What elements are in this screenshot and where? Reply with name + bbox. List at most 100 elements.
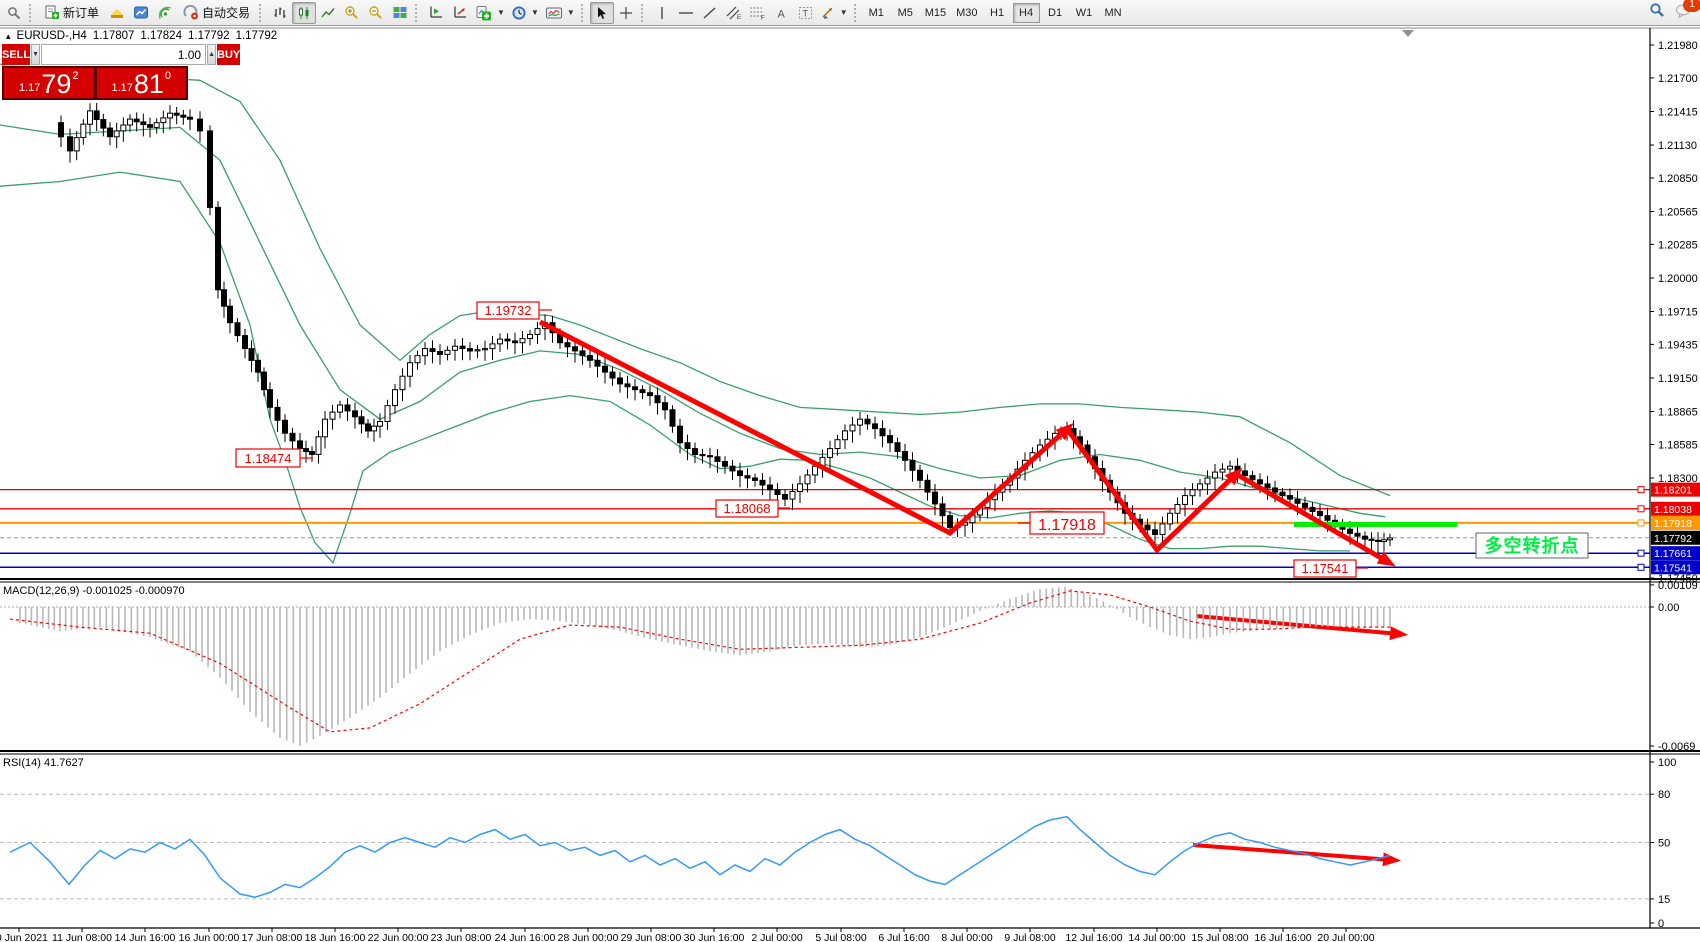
candle xyxy=(1382,540,1387,542)
rsi-axis-label: 100 xyxy=(1658,757,1676,769)
tile-windows-button[interactable] xyxy=(388,2,412,24)
price-badge-text: 1.17792 xyxy=(1654,533,1692,545)
candlestick-chart-button[interactable] xyxy=(292,2,316,24)
candle xyxy=(290,433,295,441)
turning-point-text: 多空转折点 xyxy=(1485,535,1580,556)
ask-price-button[interactable]: 1.17 81 0 xyxy=(97,68,187,98)
zoom-out-button[interactable] xyxy=(364,2,388,24)
equidistant-channel-tool[interactable]: E xyxy=(722,2,746,24)
horizontal-level-lines[interactable] xyxy=(0,487,1650,571)
timeframe-group: M1M5M15M30H1H4D1W1MN xyxy=(863,3,1127,23)
trend-arrow-macd[interactable] xyxy=(1196,616,1399,634)
chart-shift-marker[interactable] xyxy=(1402,30,1414,37)
timeframe-button-h1[interactable]: H1 xyxy=(984,3,1011,23)
candle xyxy=(249,349,254,361)
indicators-dropdown-caret[interactable]: ▼ xyxy=(497,8,505,17)
autotrading-button[interactable]: 自动交易 xyxy=(177,2,256,24)
macd-label: MACD(12,26,9) -0.001025 -0.000970 xyxy=(3,585,185,597)
price-axis-label: 1.18585 xyxy=(1658,439,1698,451)
candle xyxy=(490,344,495,349)
candle xyxy=(1228,466,1233,469)
candle xyxy=(174,113,179,115)
time-axis-label: 23 Jun 08:00 xyxy=(431,932,492,942)
templates-dropdown-caret[interactable]: ▼ xyxy=(567,8,575,17)
chat-button[interactable]: 1 xyxy=(1675,3,1692,23)
signals-icon xyxy=(157,5,174,20)
timeframe-button-m5[interactable]: M5 xyxy=(892,3,919,23)
bid-price-button[interactable]: 1.17 79 2 xyxy=(4,68,94,98)
turning-point-label[interactable]: 多空转折点 xyxy=(1476,533,1588,558)
toolbar: 新订单 自动交易 xyxy=(0,0,1700,26)
candle xyxy=(700,455,705,456)
candle xyxy=(1295,499,1300,503)
rsi-axis-label: 15 xyxy=(1658,894,1670,906)
line-chart-button[interactable] xyxy=(316,2,340,24)
crosshair-mode-button[interactable] xyxy=(448,2,472,24)
price-axis-label: 1.18865 xyxy=(1658,407,1698,419)
price-annotations[interactable]: 1.197321.184741.180681.179181.17541 xyxy=(236,302,1368,577)
arrows-tool[interactable]: ▼ xyxy=(818,2,851,24)
signals-button[interactable] xyxy=(153,2,177,24)
timeframe-button-m15[interactable]: M15 xyxy=(921,3,950,23)
candle xyxy=(154,123,159,128)
timeframe-button-d1[interactable]: D1 xyxy=(1042,3,1069,23)
arrows-dropdown-caret[interactable]: ▼ xyxy=(840,8,848,17)
periods-dropdown-caret[interactable]: ▼ xyxy=(531,8,539,17)
volume-decrease-button[interactable]: ▼ xyxy=(31,44,40,65)
timeframe-button-m1[interactable]: M1 xyxy=(863,3,890,23)
templates-button[interactable]: ▼ xyxy=(542,2,578,24)
trend-arrow-main[interactable] xyxy=(540,322,1067,533)
candle xyxy=(268,390,273,408)
indicators-button[interactable]: ▼ xyxy=(472,2,508,24)
crosshair-tool-button[interactable] xyxy=(614,2,638,24)
rsi-axis-label: 80 xyxy=(1658,789,1670,801)
timeframe-button-h4[interactable]: H4 xyxy=(1013,3,1040,23)
horizontal-line-tool[interactable] xyxy=(674,2,698,24)
candle xyxy=(903,452,908,461)
candle xyxy=(1168,513,1173,524)
candle xyxy=(141,122,146,125)
price-badge-text: 1.17541 xyxy=(1654,562,1692,574)
line-handle[interactable] xyxy=(1638,520,1644,526)
candle xyxy=(843,431,848,440)
trend-arrows[interactable] xyxy=(540,322,1399,860)
candle xyxy=(235,323,240,336)
line-handle[interactable] xyxy=(1638,550,1644,556)
line-handle[interactable] xyxy=(1638,487,1644,493)
candle xyxy=(1235,466,1240,471)
trend-arrow-rsi[interactable] xyxy=(1193,845,1392,860)
new-order-button[interactable]: 新订单 xyxy=(38,2,105,24)
line-handle[interactable] xyxy=(1638,506,1644,512)
bar-chart-button[interactable] xyxy=(268,2,292,24)
market-watch-button[interactable] xyxy=(105,2,129,24)
volume-input[interactable] xyxy=(41,44,206,65)
text-tool[interactable]: A xyxy=(770,2,794,24)
volume-increase-button[interactable]: ▲ xyxy=(207,44,216,65)
trendline-tool[interactable] xyxy=(698,2,722,24)
candle xyxy=(101,120,106,129)
candle xyxy=(1198,484,1203,490)
zoom-in-button[interactable] xyxy=(340,2,364,24)
periods-button[interactable]: ▼ xyxy=(508,2,542,24)
search-icon[interactable] xyxy=(2,2,26,24)
cursor-tool-button[interactable] xyxy=(590,2,614,24)
svg-text:T: T xyxy=(803,8,809,18)
buy-button[interactable]: BUY xyxy=(217,44,240,65)
timeframe-button-m30[interactable]: M30 xyxy=(952,3,981,23)
candle xyxy=(415,356,420,363)
autotrading-icon xyxy=(183,5,199,20)
profile-button[interactable] xyxy=(424,2,448,24)
fibonacci-tool[interactable]: F xyxy=(746,2,770,24)
candle xyxy=(88,111,93,124)
price-axis-label: 1.19715 xyxy=(1658,306,1698,318)
candle xyxy=(304,449,309,452)
line-handle[interactable] xyxy=(1638,564,1644,570)
text-label-tool[interactable]: T xyxy=(794,2,818,24)
timeframe-button-w1[interactable]: W1 xyxy=(1071,3,1098,23)
timeframe-button-mn[interactable]: MN xyxy=(1100,3,1127,23)
vertical-line-tool[interactable] xyxy=(650,2,674,24)
trend-arrow-main[interactable] xyxy=(1236,474,1388,562)
toolbar-search-icon[interactable] xyxy=(1649,2,1665,23)
sell-button[interactable]: SELL xyxy=(2,44,30,65)
data-window-button[interactable] xyxy=(129,2,153,24)
